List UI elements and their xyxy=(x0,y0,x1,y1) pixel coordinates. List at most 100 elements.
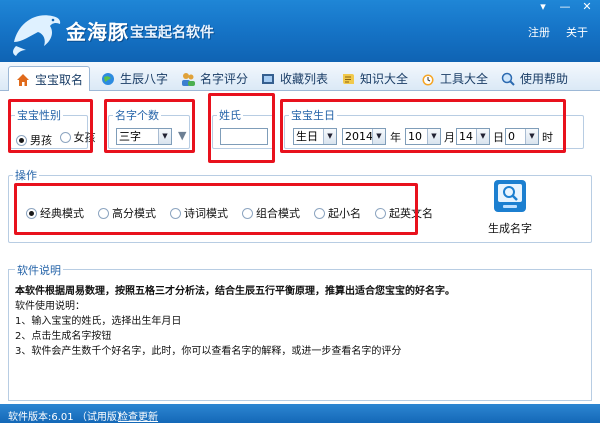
film-icon xyxy=(262,73,274,84)
generate-button-label: 生成名字 xyxy=(488,222,532,235)
tab-name-score[interactable]: 名字评分 xyxy=(174,66,254,91)
radio-label: 女孩 xyxy=(73,131,96,144)
operation-group-title: 操作 xyxy=(15,169,37,182)
globe-icon xyxy=(102,72,114,85)
radio-label: 经典模式 xyxy=(40,207,84,220)
people-icon xyxy=(182,72,195,86)
hour-select[interactable]: 0 ▼ xyxy=(505,128,539,145)
generate-name-button[interactable]: 生成名字 xyxy=(484,179,536,235)
birthday-group-title: 宝宝生日 xyxy=(291,109,335,122)
tab-tools[interactable]: 工具大全 xyxy=(414,66,494,91)
tab-label: 名字评分 xyxy=(200,72,249,86)
description-line: 3、软件会产生数千个好名字，此时，你可以查看名字的解释，或进一步查看名字的评分 xyxy=(15,346,402,357)
mode-radio-combination[interactable]: 组合模式 xyxy=(242,205,300,221)
about-link[interactable]: 关于 xyxy=(566,24,588,40)
tab-help[interactable]: 使用帮助 xyxy=(494,66,574,91)
radio-dot xyxy=(170,207,181,219)
app-title: 金海豚 xyxy=(66,20,129,44)
gender-radio-girl[interactable]: 女孩 xyxy=(59,129,96,145)
app-subtitle: 宝宝起名软件 xyxy=(130,25,214,41)
calendar-type-select[interactable]: 生日 ▼ xyxy=(293,128,337,145)
radio-dot xyxy=(16,134,27,146)
year-unit-label: 年 xyxy=(390,131,401,144)
month-unit-label: 月 xyxy=(444,131,455,144)
name-count-group-title: 名字个数 xyxy=(115,109,159,122)
radio-dot xyxy=(26,207,37,219)
chevron-down-icon: ▼ xyxy=(427,129,440,144)
minimize-button[interactable]: — xyxy=(554,0,576,16)
mode-radio-poetry[interactable]: 诗词模式 xyxy=(170,205,228,221)
tab-label: 宝宝取名 xyxy=(35,73,84,87)
tab-favorites[interactable]: 收藏列表 xyxy=(254,66,334,91)
description-panel: 软件说明 本软件根据周易数理，按照五格三才分析法，结合生辰五行平衡原理，推算出适… xyxy=(8,262,592,401)
tab-birth-bazi[interactable]: 生辰八字 xyxy=(94,66,174,91)
radio-dot xyxy=(59,131,71,143)
radio-dot xyxy=(314,207,325,219)
hour-unit-label: 时 xyxy=(542,131,553,144)
radio-label: 起小名 xyxy=(328,207,361,220)
description-line: 2、点击生成名字按钮 xyxy=(15,331,112,342)
select-value: 三字 xyxy=(119,130,141,143)
chevron-down-icon: ▼ xyxy=(178,129,187,142)
mode-radio-classic[interactable]: 经典模式 xyxy=(26,205,84,221)
radio-label: 男孩 xyxy=(30,134,52,147)
select-value: 0 xyxy=(508,130,515,143)
magnifier-icon xyxy=(501,72,515,86)
description-line: 软件使用说明： xyxy=(15,301,85,312)
chevron-down-icon: ▼ xyxy=(372,129,385,144)
main-panel: 宝宝性别 男孩 女孩 名字个数 三字 ▼ ▼ 姓氏 宝宝生日 生日 ▼ 2014 ▼… xyxy=(0,91,600,404)
select-value: 14 xyxy=(459,130,473,143)
mode-radio-nickname[interactable]: 起小名 xyxy=(314,205,361,221)
chevron-down-icon: ▼ xyxy=(158,129,171,144)
radio-label: 起英文名 xyxy=(389,207,433,220)
gender-options: 男孩 女孩 xyxy=(16,129,96,148)
month-select[interactable]: 10 ▼ xyxy=(405,128,441,145)
scroll-icon xyxy=(343,73,354,84)
select-value: 2014 xyxy=(345,130,373,143)
radio-dot xyxy=(375,207,386,219)
name-count-select[interactable]: 三字 ▼ xyxy=(116,128,172,145)
surname-group-title: 姓氏 xyxy=(219,109,241,122)
close-window-button[interactable]: ✕ xyxy=(576,0,598,16)
monitor-magnifier-icon xyxy=(494,180,526,212)
tab-bar: 宝宝取名 生辰八字 名字评分 收藏列表 知识大全 工具大全 使用帮助 xyxy=(0,62,600,92)
tab-label: 工具大全 xyxy=(440,72,489,86)
description-line: 本软件根据周易数理，按照五格三才分析法，结合生辰五行平衡原理，推算出适合您宝宝的… xyxy=(15,286,455,297)
mode-options: 经典模式 高分模式 诗词模式 组合模式 起小名 起英文名 xyxy=(26,205,433,221)
select-value: 生日 xyxy=(296,130,318,143)
gender-radio-boy[interactable]: 男孩 xyxy=(16,132,52,148)
radio-label: 高分模式 xyxy=(112,207,156,220)
tab-baby-naming[interactable]: 宝宝取名 xyxy=(8,66,91,92)
chevron-down-icon: ▼ xyxy=(476,129,489,144)
tab-knowledge[interactable]: 知识大全 xyxy=(334,66,414,91)
select-value: 10 xyxy=(408,130,422,143)
radio-dot xyxy=(98,207,109,219)
day-select[interactable]: 14 ▼ xyxy=(456,128,490,145)
dolphin-logo-icon xyxy=(13,15,61,56)
tab-label: 使用帮助 xyxy=(520,72,569,86)
check-update-link[interactable]: 检查更新 xyxy=(118,408,158,423)
radio-dot xyxy=(242,207,253,219)
chevron-down-icon: ▼ xyxy=(525,129,538,144)
gender-group-title: 宝宝性别 xyxy=(17,109,61,122)
version-text: 软件版本:6.01 （试用版） xyxy=(8,412,127,423)
surname-input[interactable] xyxy=(220,128,268,145)
alarm-clock-icon xyxy=(422,74,434,85)
radio-label: 组合模式 xyxy=(256,207,300,220)
description-line: 1、输入宝宝的姓氏，选择出生年月日 xyxy=(15,316,182,327)
mode-radio-english-name[interactable]: 起英文名 xyxy=(375,205,433,221)
description-title: 软件说明 xyxy=(15,262,63,278)
tab-label: 生辰八字 xyxy=(120,72,169,86)
register-link[interactable]: 注册 xyxy=(528,24,550,40)
title-bar: 金海豚 宝宝起名软件 ▾ — ✕ 注册 关于 xyxy=(0,0,600,62)
year-select[interactable]: 2014 ▼ xyxy=(342,128,386,145)
tab-label: 知识大全 xyxy=(360,72,409,86)
chevron-down-icon: ▼ xyxy=(323,129,336,144)
mode-radio-high-score[interactable]: 高分模式 xyxy=(98,205,156,221)
home-icon xyxy=(17,73,29,86)
radio-label: 诗词模式 xyxy=(184,207,228,220)
status-bar: 软件版本:6.01 （试用版） 检查更新 xyxy=(0,404,600,423)
day-unit-label: 日 xyxy=(493,131,504,144)
dropdown-menu-button[interactable]: ▾ xyxy=(532,0,554,16)
tab-label: 收藏列表 xyxy=(280,72,329,86)
